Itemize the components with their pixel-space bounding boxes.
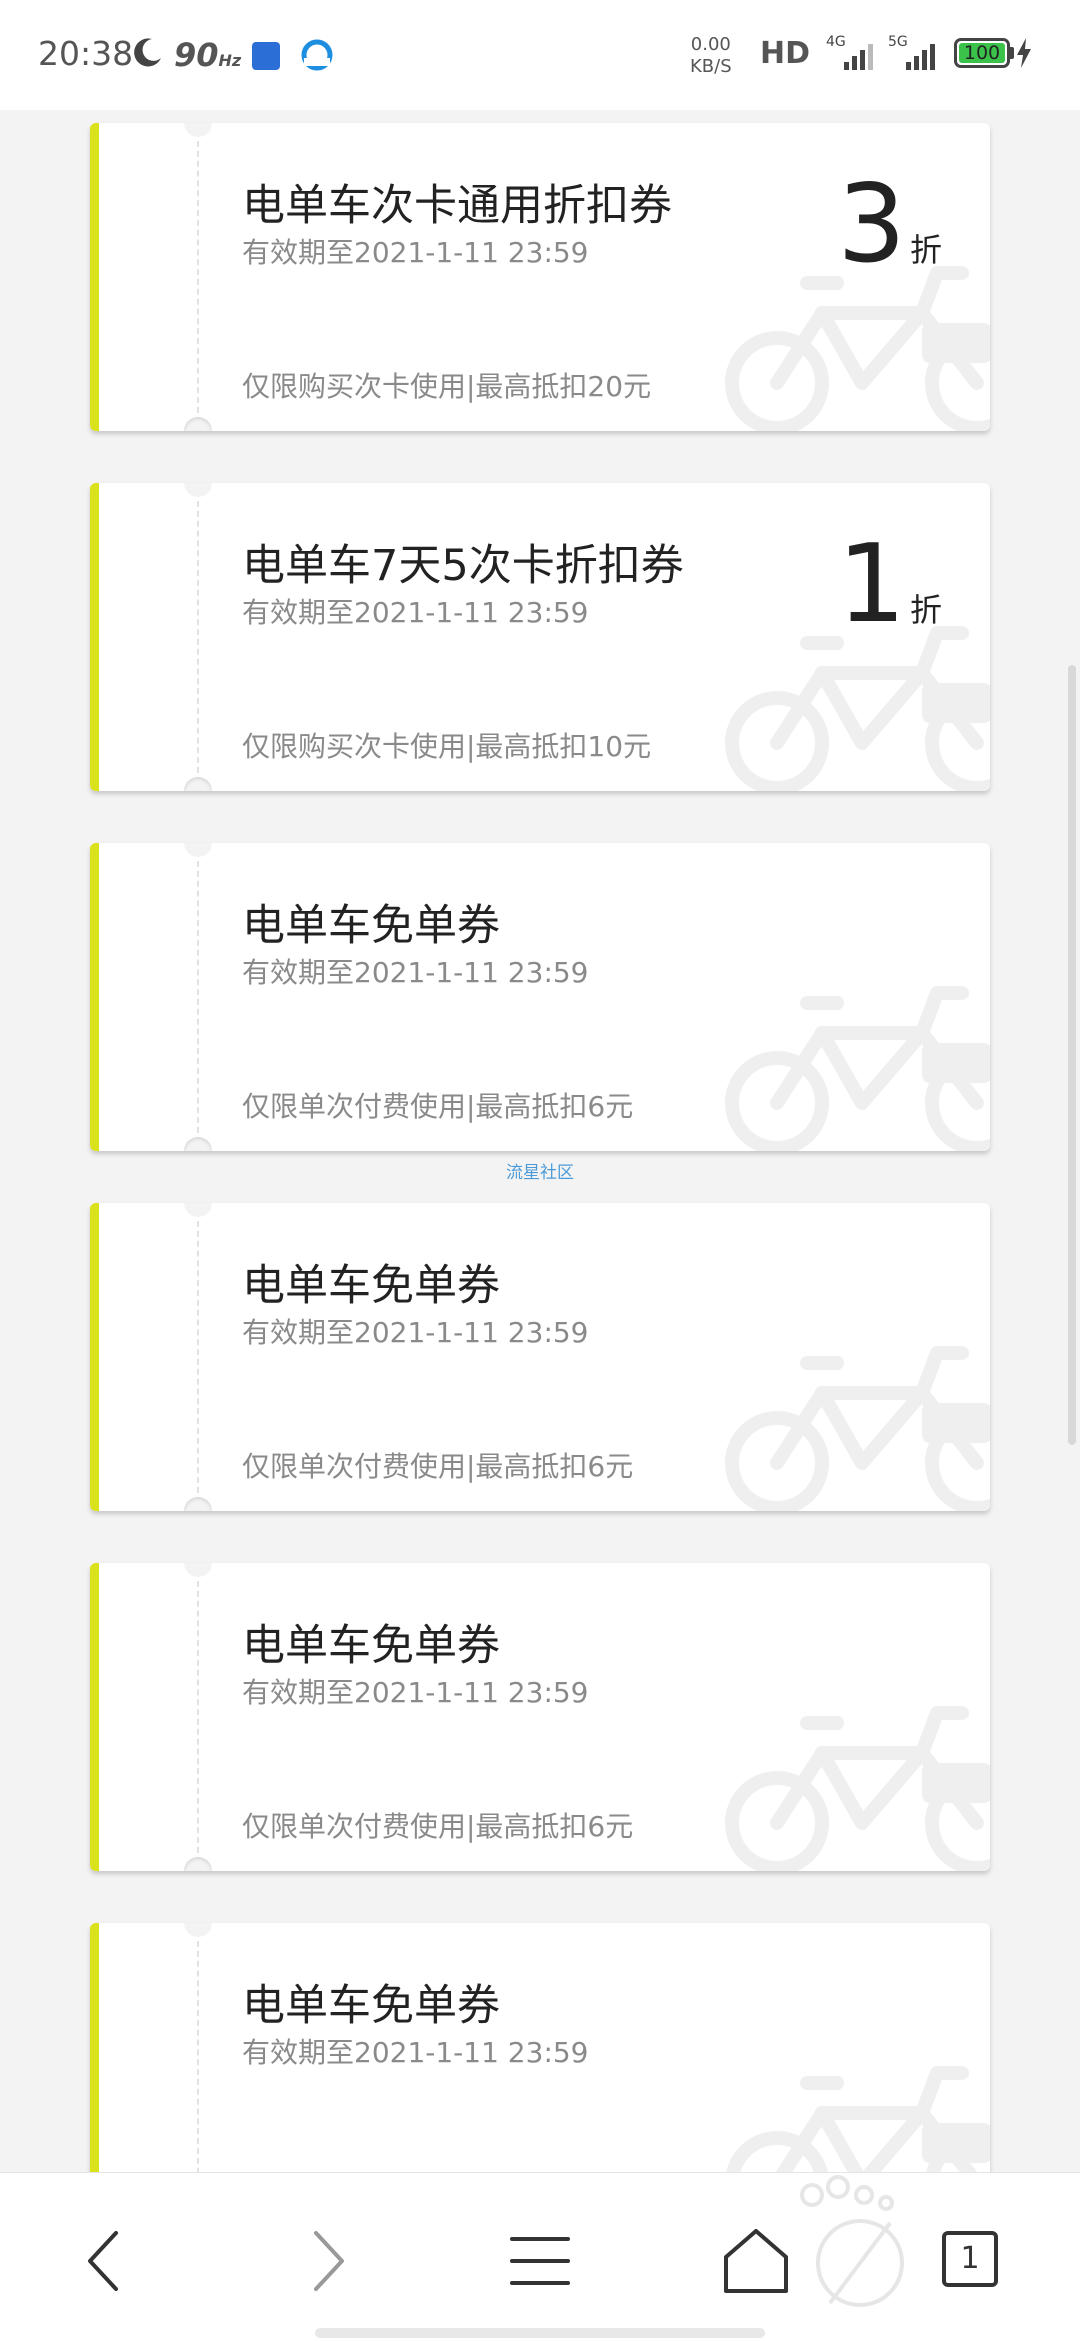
coupon-divider — [197, 141, 199, 413]
home-icon[interactable] — [716, 2221, 796, 2301]
network-speed: 0.00 KB/S — [690, 34, 732, 77]
moon-icon — [134, 38, 161, 67]
browser-bottom-nav: 1 — [0, 2172, 1080, 2341]
coupon-expiry: 有效期至2021-1-11 23:59 — [242, 2036, 589, 2069]
signal-4g-icon: 4G — [826, 34, 873, 70]
coupon-notch — [184, 1857, 212, 1871]
coupon-expiry: 有效期至2021-1-11 23:59 — [242, 236, 589, 269]
coupon-title: 电单车7天5次卡折扣券 — [242, 541, 684, 591]
coupon-title: 电单车免单券 — [242, 1261, 500, 1311]
chevron-right-icon[interactable] — [284, 2221, 364, 2301]
coupon-notch — [184, 843, 212, 857]
menu-icon[interactable] — [500, 2221, 580, 2301]
coupon-divider — [197, 501, 199, 773]
refresh-rate-indicator: 90Hz — [174, 36, 242, 74]
coupon-notch — [184, 1203, 212, 1217]
coupon-notch — [184, 1137, 212, 1151]
coupon-title: 电单车免单券 — [242, 901, 500, 951]
coupon-expiry: 有效期至2021-1-11 23:59 — [242, 1676, 589, 1709]
coupon-notch — [184, 1563, 212, 1577]
e-bike-watermark-icon — [725, 626, 990, 791]
coupon-notch — [184, 123, 212, 137]
coupon-notch — [184, 1923, 212, 1937]
coupon-accent-stripe — [90, 1563, 99, 1871]
coupon-card[interactable]: 电单车免单券 有效期至2021-1-11 23:59 仅限单次付费使用|最高抵扣… — [90, 1203, 990, 1511]
coupon-title: 电单车次卡通用折扣券 — [242, 181, 672, 231]
battery-icon: 100 — [954, 38, 1010, 68]
coupon-divider — [197, 861, 199, 1133]
chevron-left-icon[interactable] — [68, 2221, 148, 2301]
coupon-divider — [197, 1221, 199, 1493]
coupon-card[interactable]: 电单车7天5次卡折扣券 有效期至2021-1-11 23:59 仅限购买次卡使用… — [90, 483, 990, 791]
coupon-notch — [184, 417, 212, 431]
e-bike-watermark-icon — [725, 1346, 990, 1511]
clock: 20:38 — [38, 34, 134, 73]
coupon-accent-stripe — [90, 843, 99, 1151]
e-bike-watermark-icon — [725, 986, 990, 1151]
svg-text:4G: 4G — [826, 34, 846, 50]
coupon-accent-stripe — [90, 123, 99, 431]
hd-voice-indicator: HD — [760, 36, 811, 71]
e-bike-watermark-icon — [725, 266, 990, 431]
coupon-usage-limit: 仅限单次付费使用|最高抵扣6元 — [242, 1090, 634, 1123]
e-bike-watermark-icon — [725, 1706, 990, 1871]
watermark-text: 流星社区 — [506, 1163, 574, 1183]
coupon-card[interactable]: 电单车免单券 有效期至2021-1-11 23:59 仅限单次付费使用|最高抵扣… — [90, 1563, 990, 1871]
home-indicator[interactable] — [315, 2328, 765, 2338]
coupon-card[interactable]: 电单车免单券 有效期至2021-1-11 23:59 仅限单次付费使用|最高抵扣… — [90, 843, 990, 1151]
tab-count: 1 — [960, 2241, 980, 2276]
coupon-notch — [184, 1497, 212, 1511]
battery-tip — [1010, 47, 1014, 59]
coupon-notch — [184, 777, 212, 791]
svg-text:5G: 5G — [888, 34, 908, 50]
coupon-card[interactable]: 电单车次卡通用折扣券 有效期至2021-1-11 23:59 仅限购买次卡使用|… — [90, 123, 990, 431]
coupon-usage-limit: 仅限购买次卡使用|最高抵扣10元 — [242, 730, 652, 763]
coupon-title: 电单车免单券 — [242, 1621, 500, 1671]
coupon-expiry: 有效期至2021-1-11 23:59 — [242, 956, 589, 989]
coupon-usage-limit: 仅限单次付费使用|最高抵扣6元 — [242, 1810, 634, 1843]
coupon-title: 电单车免单券 — [242, 1981, 500, 2031]
coupon-accent-stripe — [90, 483, 99, 791]
status-bar: 20:38 90Hz 0.00 KB/S HD 4G 5G 100 — [0, 0, 1080, 110]
coupon-notch — [184, 483, 212, 497]
tabs-button[interactable]: 1 — [932, 2221, 1012, 2301]
battery-level: 100 — [963, 42, 1001, 64]
coupon-divider — [197, 1581, 199, 1853]
scrollbar[interactable] — [1068, 665, 1076, 1445]
coupon-expiry: 有效期至2021-1-11 23:59 — [242, 1316, 589, 1349]
coupon-expiry: 有效期至2021-1-11 23:59 — [242, 596, 589, 629]
signal-5g-icon: 5G — [888, 34, 935, 70]
coupon-usage-limit: 仅限购买次卡使用|最高抵扣20元 — [242, 370, 652, 403]
mascot-watermark-icon — [800, 2175, 904, 2307]
coupon-accent-stripe — [90, 1203, 99, 1511]
browser-notification-icon — [301, 39, 333, 71]
app-notification-icon — [252, 42, 280, 70]
charging-icon — [1017, 38, 1031, 68]
coupon-usage-limit: 仅限单次付费使用|最高抵扣6元 — [242, 1450, 634, 1483]
